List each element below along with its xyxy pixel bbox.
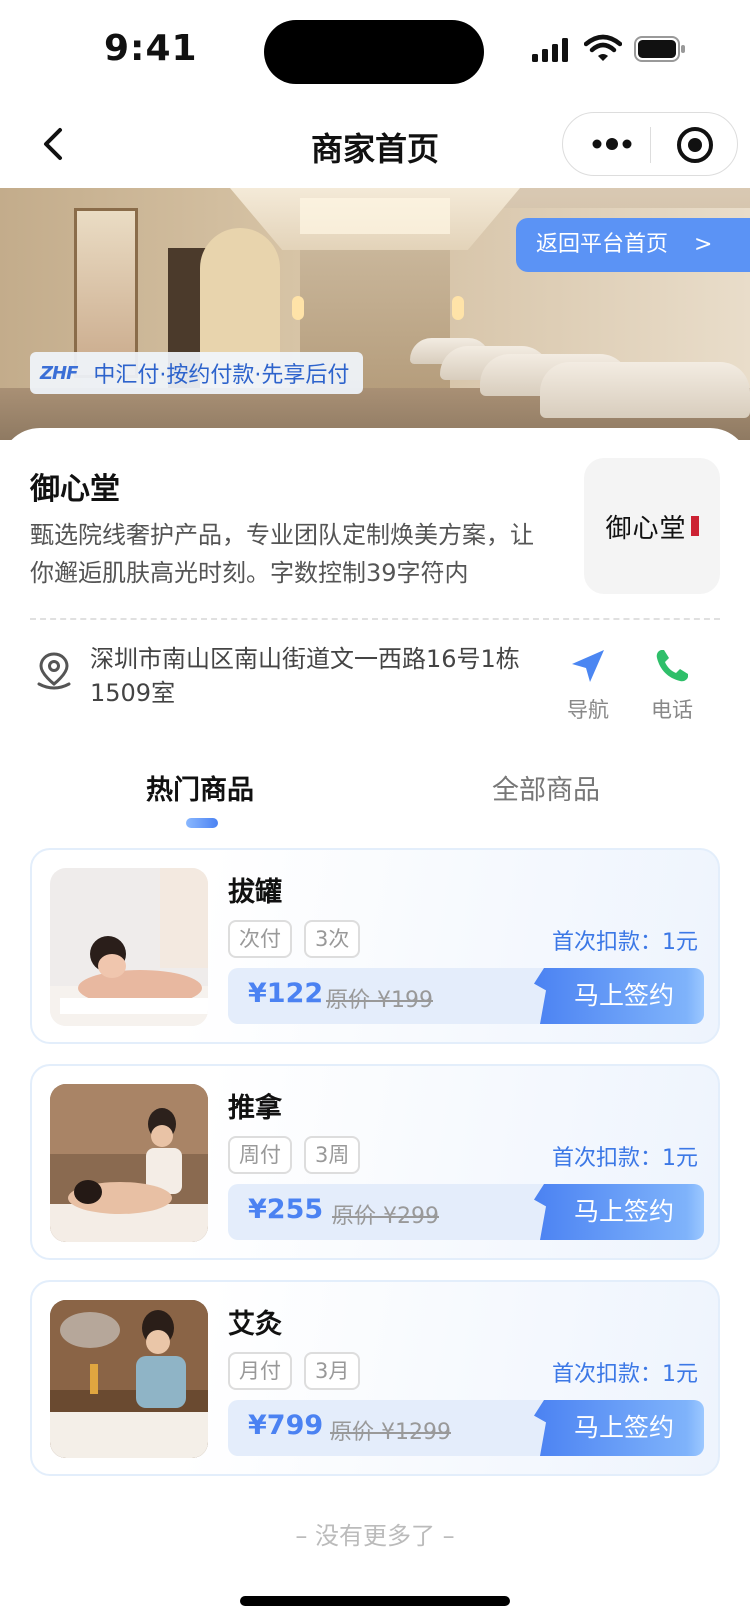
payment-type-chip: 次付 (228, 920, 292, 958)
spa-chair (540, 362, 750, 418)
merchant-info-card: 御心堂 甄选院线奢护产品，专业团队定制焕美方案，让你邂逅肌肤高光时刻。字数控制3… (0, 428, 750, 728)
product-card[interactable]: 拔罐 次付 3次 首次扣款：1元 ¥122 原价 ¥199 马上签约 (30, 848, 720, 1044)
more-dots-icon[interactable] (585, 127, 639, 161)
sign-now-button[interactable]: 马上签约 (534, 1184, 704, 1240)
location-pin-icon (37, 652, 71, 690)
payment-chips: 月付 3月 (228, 1352, 372, 1390)
chevron-right-icon: > (694, 232, 713, 257)
product-card[interactable]: 艾灸 月付 3月 首次扣款：1元 ¥799 原价 ¥1299 马上签约 (30, 1280, 720, 1476)
product-name: 艾灸 (228, 1309, 282, 1340)
first-charge-text: 首次扣款：1元 (552, 1362, 698, 1387)
original-price: 原价 ¥1299 (330, 1420, 451, 1445)
payment-count-chip: 3月 (304, 1352, 361, 1390)
original-price: 原价 ¥199 (326, 988, 433, 1013)
home-indicator (240, 1596, 510, 1606)
first-charge-text: 首次扣款：1元 (552, 930, 698, 955)
merchant-address: 深圳市南山区南山街道文一西路16号1栋1509室 (90, 645, 520, 707)
sale-price: ¥799 (248, 1410, 324, 1441)
payment-chips: 周付 3周 (228, 1136, 372, 1174)
navigate-label: 导航 (567, 698, 609, 722)
tab-hot-products[interactable]: 热门商品 (146, 768, 254, 807)
merchant-name: 御心堂 (30, 472, 120, 507)
phone-button[interactable]: 电话 (642, 646, 702, 724)
navigation-arrow-icon (572, 650, 604, 682)
merchant-logo: 御心堂 (584, 458, 720, 594)
battery-icon (634, 36, 685, 62)
phone-label: 电话 (651, 698, 693, 722)
status-time: 9:41 (104, 28, 198, 69)
product-tabs: 热门商品 全部商品 (0, 760, 750, 830)
phone-icon (656, 650, 688, 682)
cellular-signal-icon (532, 38, 568, 62)
payment-type-chip: 周付 (228, 1136, 292, 1174)
sale-price: ¥122 (248, 978, 324, 1009)
price-bar: ¥122 原价 ¥199 马上签约 (228, 968, 704, 1024)
price-bar: ¥799 原价 ¥1299 马上签约 (228, 1400, 704, 1456)
first-charge-text: 首次扣款：1元 (552, 1146, 698, 1171)
payment-tag: ZHF 中汇付·按约付款·先享后付 (30, 352, 364, 394)
sale-price: ¥255 (248, 1194, 324, 1225)
back-to-platform-label: 返回平台首页 (536, 232, 669, 257)
seal-stamp-icon (690, 516, 699, 536)
product-name: 拔罐 (228, 877, 282, 908)
payment-count-chip: 3周 (304, 1136, 361, 1174)
capsule-divider (650, 127, 651, 163)
payment-type-chip: 月付 (228, 1352, 292, 1390)
dynamic-island (264, 20, 484, 84)
wifi-icon (584, 34, 622, 61)
back-to-platform-button[interactable]: 返回平台首页 > (516, 218, 750, 272)
status-bar: 9:41 (0, 0, 750, 100)
merchant-logo-text: 御心堂 (605, 513, 687, 544)
merchant-home-page: 9:41 商家首页 返回平台首页 > ZHF 中汇付·按约付款·先享后付 御心堂… (0, 0, 750, 1624)
original-price: 原价 ¥299 (332, 1204, 439, 1229)
banner-ceiling-light (300, 198, 450, 234)
sign-now-button[interactable]: 马上签约 (534, 1400, 704, 1456)
tab-all-products[interactable]: 全部商品 (492, 768, 600, 807)
dashed-divider (30, 618, 720, 620)
cupping-thumbnail (50, 868, 208, 1026)
sign-now-button[interactable]: 马上签约 (534, 968, 704, 1024)
navigate-button[interactable]: 导航 (558, 646, 618, 724)
mini-program-capsule (562, 112, 738, 176)
moxibustion-thumbnail (50, 1300, 208, 1458)
product-name: 推拿 (228, 1093, 282, 1124)
payment-chips: 次付 3次 (228, 920, 372, 958)
zhf-logo: ZHF (40, 362, 78, 384)
product-card[interactable]: 推拿 周付 3周 首次扣款：1元 ¥255 原价 ¥299 马上签约 (30, 1064, 720, 1260)
navigation-bar: 商家首页 (0, 100, 750, 188)
payment-count-chip: 3次 (304, 920, 361, 958)
store-banner-image: 返回平台首页 > ZHF 中汇付·按约付款·先享后付 (0, 188, 750, 440)
no-more-text: – 没有更多了 – (295, 1522, 455, 1550)
payment-tag-text: 中汇付·按约付款·先享后付 (93, 363, 350, 388)
close-target-icon[interactable] (675, 125, 715, 165)
product-list: 拔罐 次付 3次 首次扣款：1元 ¥122 原价 ¥199 马上签约 推拿 周付… (30, 848, 720, 1496)
merchant-description: 甄选院线奢护产品，专业团队定制焕美方案，让你邂逅肌肤高光时刻。字数控制39字符内 (30, 521, 534, 587)
active-tab-indicator (186, 818, 218, 828)
price-bar: ¥255 原价 ¥299 马上签约 (228, 1184, 704, 1240)
massage-thumbnail (50, 1084, 208, 1242)
banner-lamp (292, 296, 304, 320)
banner-lamp (452, 296, 464, 320)
